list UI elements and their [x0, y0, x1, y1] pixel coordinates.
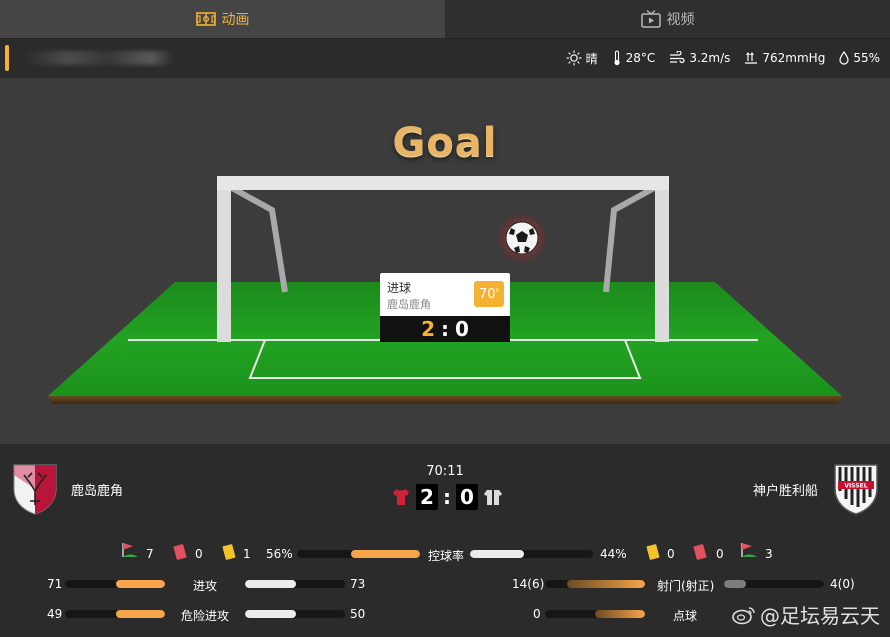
wind: 3.2m/s: [669, 51, 730, 65]
goal-headline: Goal: [392, 120, 498, 166]
match-clock: 70:11: [426, 464, 464, 479]
tab-video-label: 视频: [666, 12, 695, 28]
field-icon: [195, 12, 216, 26]
weather-condition: 晴: [566, 50, 598, 67]
pitch-edge: [48, 396, 842, 404]
penalties-label: 点球: [673, 609, 698, 623]
away-team-crest[interactable]: VISSEL: [831, 461, 881, 515]
penalties-home-value: 0: [533, 607, 541, 621]
shots-home-bar: [545, 580, 645, 588]
yellow-card-icon: [222, 544, 236, 560]
corner-flag-icon: [122, 543, 138, 557]
event-score-home: 2: [421, 317, 435, 341]
away-red-cards: 0: [716, 547, 724, 561]
tab-animation[interactable]: 动画: [0, 0, 445, 38]
temperature: 28°C: [612, 50, 656, 66]
droplet-icon: [839, 51, 849, 65]
penalties-home-fill: [595, 610, 645, 618]
event-score: 2 : 0: [380, 316, 510, 342]
away-possession-fill: [470, 550, 525, 558]
watermark: @足坛易云天: [732, 600, 880, 629]
thermometer-icon: [614, 50, 620, 66]
weather-info: 晴 28°C 3.2m/s 762mmHg 55%: [566, 39, 880, 77]
scoreline: 2 : 0: [391, 484, 503, 510]
weibo-icon: [732, 606, 755, 624]
svg-text:VISSEL: VISSEL: [844, 483, 867, 490]
away-possession-bar: [470, 550, 593, 558]
event-card: 进球 鹿岛鹿角 70' 2 : 0: [380, 273, 510, 347]
home-red-cards: 0: [195, 547, 203, 561]
event-card-header: 进球 鹿岛鹿角 70': [380, 273, 510, 316]
humidity-text: 55%: [853, 51, 880, 65]
shots-away-bar: [724, 580, 824, 588]
tab-bar: 动画 视频: [0, 0, 890, 38]
tab-animation-label: 动画: [221, 12, 250, 28]
pressure-text: 762mmHg: [762, 51, 826, 65]
corner-flag-icon: [741, 543, 757, 557]
humidity: 55%: [839, 51, 880, 65]
possession-label: 控球率: [428, 549, 465, 563]
home-possession-bar: [297, 550, 420, 558]
pressure-icon: [745, 52, 758, 64]
goal-support-left: [230, 185, 288, 293]
away-score: 0: [456, 484, 478, 510]
home-corners: 7: [146, 547, 154, 561]
penalties-home-bar: [545, 610, 645, 618]
red-card-icon: [173, 544, 187, 560]
blurred-match-title: [24, 51, 174, 65]
temperature-text: 28°C: [625, 51, 656, 65]
wind-text: 3.2m/s: [689, 51, 731, 65]
home-score: 2: [416, 484, 438, 510]
home-possession-fill: [351, 550, 420, 558]
goal-support-right: [603, 185, 656, 293]
goal-post-left: [217, 176, 231, 342]
event-type: 进球: [387, 281, 412, 295]
watermark-text: @足坛易云天: [760, 604, 880, 628]
match-stats-panel: 鹿岛鹿角 70:11 2 : 0 神户胜利船 VISSEL 7 0 1 56% …: [0, 444, 890, 637]
sun-icon: [566, 50, 582, 66]
yellow-card-icon: [646, 544, 660, 560]
event-score-colon: :: [441, 317, 449, 341]
stat-row-shots: 14(6) 射门(射正) 4(0): [0, 574, 890, 594]
home-jersey-icon: [393, 489, 409, 505]
goal-post-right: [655, 176, 669, 342]
event-team: 鹿岛鹿角: [387, 298, 431, 311]
away-corners: 3: [765, 547, 773, 561]
home-team-name[interactable]: 鹿岛鹿角: [71, 480, 123, 499]
match-info-bar: 晴 28°C 3.2m/s 762mmHg 55%: [0, 38, 890, 78]
shots-away-value: 4(0): [830, 577, 855, 591]
match-animation-stage: Goal 进球 鹿岛鹿角 70' 2 : 0: [0, 78, 890, 444]
possession-row: 7 0 1 56% 控球率 44% 0 0 3: [0, 543, 890, 564]
away-possession-pct: 44%: [600, 547, 627, 561]
away-yellow-cards: 0: [667, 547, 675, 561]
tv-icon: [640, 10, 661, 28]
wind-icon: [670, 51, 685, 64]
pressure: 762mmHg: [744, 51, 825, 65]
home-possession-pct: 56%: [266, 547, 293, 561]
score-separator: :: [443, 485, 451, 509]
event-minute-badge: 70': [474, 281, 504, 307]
away-team-name[interactable]: 神户胜利船: [753, 480, 818, 499]
shots-label: 射门(射正): [657, 579, 715, 593]
event-score-away: 0: [455, 317, 469, 341]
shots-away-fill: [724, 580, 746, 588]
weather-condition-text: 晴: [585, 51, 598, 66]
tab-video[interactable]: 视频: [445, 0, 890, 38]
shots-home-fill: [567, 580, 645, 588]
shots-home-value: 14(6): [512, 577, 545, 591]
away-jersey-icon: [484, 490, 502, 505]
goal-crossbar: [217, 176, 669, 190]
ball-icon: [505, 221, 539, 255]
red-card-icon: [693, 544, 707, 560]
accent-marker: [5, 45, 9, 71]
home-yellow-cards: 1: [243, 547, 251, 561]
